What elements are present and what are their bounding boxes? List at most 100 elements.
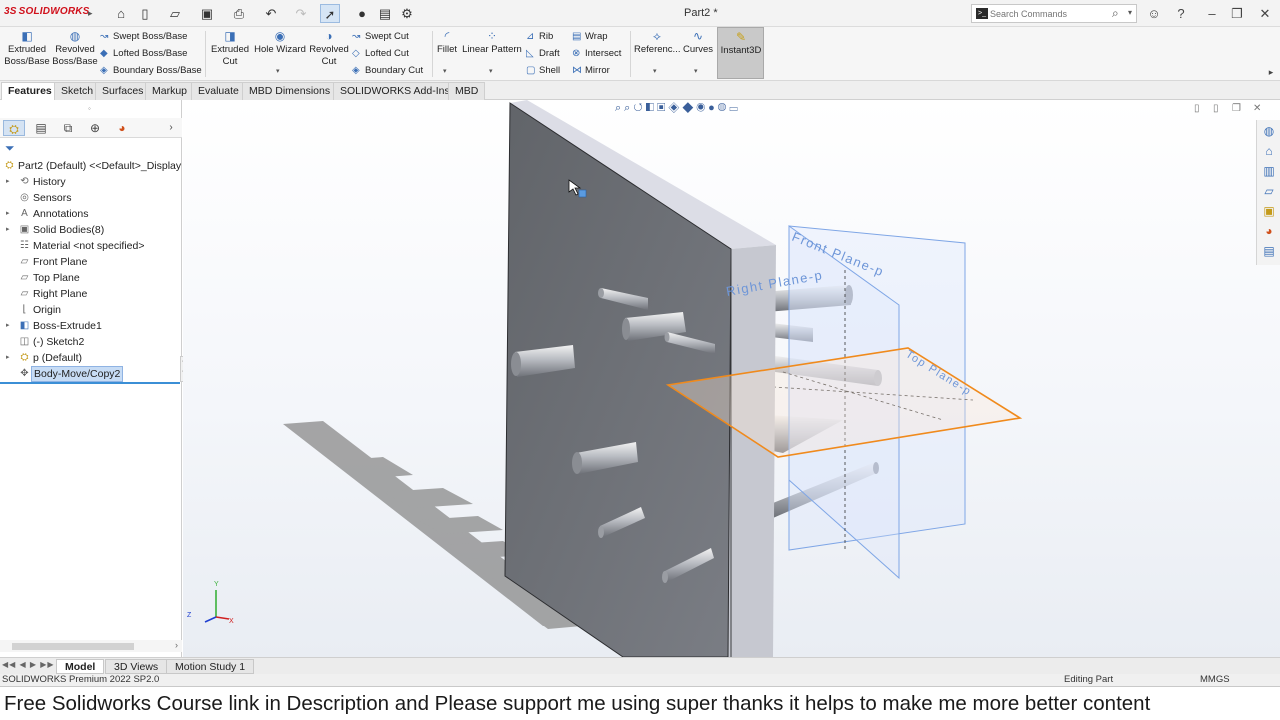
restore-icon[interactable]: ❐	[1228, 4, 1246, 23]
expand-arrow-icon[interactable]: ▸	[6, 318, 10, 334]
minimize-icon[interactable]: –	[1203, 4, 1221, 23]
select-cursor-icon[interactable]: ➚	[320, 4, 340, 23]
file-explorer-icon[interactable]: ▱	[1261, 183, 1277, 199]
help-icon[interactable]: ?	[1172, 4, 1190, 23]
tab-sketch[interactable]: Sketch	[54, 82, 101, 100]
expand-arrow-icon[interactable]: ▸	[6, 350, 10, 366]
shell-button[interactable]: ▢ Shell	[526, 64, 560, 77]
undo-icon[interactable]: ↶	[260, 4, 282, 23]
tab-mbd-dimensions[interactable]: MBD Dimensions	[242, 82, 338, 100]
print-icon[interactable]: ⎙	[228, 4, 250, 23]
save-icon[interactable]: ▣	[196, 4, 218, 23]
tree-item-boss-extrude1[interactable]: ▸ ◧ Boss-Extrude1	[0, 318, 182, 334]
design-library-icon[interactable]: ▥	[1261, 163, 1277, 179]
swept-cut-button[interactable]: ↝ Swept Cut	[352, 30, 409, 43]
tree-item-annotations[interactable]: ▸ A Annotations	[0, 206, 182, 222]
curves-button[interactable]: ∿ Curves	[682, 29, 714, 56]
tree-item-front-plane[interactable]: ▱ Front Plane	[0, 254, 182, 270]
tab-surfaces[interactable]: Surfaces	[95, 82, 151, 100]
tree-item-part2[interactable]: ⛭ Part2 (Default) <<Default>_Display S	[0, 158, 183, 174]
close-icon[interactable]: ✕	[1256, 4, 1274, 23]
home-icon[interactable]: ⌂	[112, 4, 130, 23]
tab-nav-arrows[interactable]: ◀◀ ◀ ▶ ▶▶	[2, 660, 55, 672]
instant3d-button[interactable]: ✎ Instant3D	[717, 27, 764, 79]
tab-evaluate[interactable]: Evaluate	[191, 82, 246, 100]
new-file-icon[interactable]: ▯	[136, 4, 154, 23]
custom-properties-icon[interactable]: ▤	[1261, 243, 1277, 259]
fillet-button[interactable]: ◜ Fillet	[435, 29, 459, 56]
reference-geometry-button[interactable]: ⟡ Referenc...	[634, 29, 680, 56]
open-file-icon[interactable]: ▱	[164, 4, 186, 23]
linear-pattern-dropdown-icon[interactable]: ▾	[489, 67, 493, 75]
linear-pattern-button[interactable]: ⁘ Linear Pattern	[462, 29, 522, 56]
rib-button[interactable]: ⊿ Rib	[526, 30, 553, 43]
search-icon[interactable]: ⌕	[1112, 6, 1119, 21]
chevron-down-icon[interactable]: ▾	[1128, 8, 1132, 17]
display-manager-icon[interactable]: ◕	[111, 120, 133, 136]
panel-grip-icon[interactable]: ◦	[88, 104, 91, 113]
tree-item-origin[interactable]: ⌊ Origin	[0, 302, 182, 318]
fillet-dropdown-icon[interactable]: ▾	[443, 67, 447, 75]
revolved-boss-button[interactable]: ◍ Revolved Boss/Base	[52, 29, 98, 68]
home-tab-icon[interactable]: ⌂	[1261, 143, 1277, 159]
revolved-cut-button[interactable]: ◑ Revolved Cut	[308, 29, 350, 68]
tree-item-top-plane[interactable]: ▱ Top Plane	[0, 270, 182, 286]
lofted-boss-button[interactable]: ◆ Lofted Boss/Base	[100, 47, 187, 60]
lofted-cut-button[interactable]: ◇ Lofted Cut	[352, 47, 409, 60]
expand-arrow-icon[interactable]: ▸	[6, 222, 10, 238]
property-manager-icon[interactable]: ▤	[30, 120, 52, 136]
redo-icon[interactable]: ↷	[290, 4, 312, 23]
panel-horizontal-scrollbar[interactable]: ›	[0, 640, 182, 652]
tree-filter[interactable]: ⏷	[0, 139, 182, 157]
draft-button[interactable]: ◺ Draft	[526, 47, 560, 60]
tab-motion-study-1[interactable]: Motion Study 1	[166, 659, 255, 674]
scroll-right-icon[interactable]: ›	[175, 640, 178, 650]
user-account-icon[interactable]: ☺	[1145, 4, 1163, 23]
curves-dropdown-icon[interactable]: ▾	[694, 67, 698, 75]
reference-dropdown-icon[interactable]: ▾	[653, 67, 657, 75]
graphics-area[interactable]: ⌕⌕↺◧▣◈◆◉●◍▭ ▯ ▯ ❐ ✕ Front Plane-p Right …	[183, 100, 1280, 657]
tree-item-solid-bodies[interactable]: ▸ ▣ Solid Bodies(8)	[0, 222, 182, 238]
view-palette-icon[interactable]: ▣	[1261, 203, 1277, 219]
boundary-boss-button[interactable]: ◈ Boundary Boss/Base	[100, 64, 202, 77]
scrollbar-thumb[interactable]	[12, 643, 134, 650]
solidworks-logo[interactable]: 3S SOLIDWORKS	[4, 6, 90, 17]
tab-mbd[interactable]: MBD	[448, 82, 486, 100]
tab-markup[interactable]: Markup	[145, 82, 195, 100]
tree-item-sensors[interactable]: ◎ Sensors	[0, 190, 182, 206]
tab-features[interactable]: Features	[1, 82, 59, 100]
dimxpert-icon[interactable]: ⊕	[84, 120, 106, 136]
intersect-button[interactable]: ⊗ Intersect	[572, 47, 621, 60]
mirror-button[interactable]: ⋈ Mirror	[572, 64, 610, 77]
swept-boss-button[interactable]: ↝ Swept Boss/Base	[100, 30, 187, 43]
solidworks-resources-icon[interactable]: ◍	[1261, 123, 1277, 139]
tab-model[interactable]: Model	[56, 659, 105, 674]
status-units[interactable]: MMGS	[1200, 674, 1230, 686]
feature-manager-icon[interactable]: ⛭	[3, 120, 25, 136]
expand-arrow-icon[interactable]: ▸	[6, 174, 10, 190]
wrap-button[interactable]: ▤ Wrap	[572, 30, 608, 43]
tab-3d-views[interactable]: 3D Views	[105, 659, 168, 674]
hole-wizard-dropdown-icon[interactable]: ▾	[276, 67, 280, 75]
model-scene[interactable]: Front Plane-p Right Plane-p Top Plane-p …	[183, 100, 1280, 657]
boundary-cut-button[interactable]: ◈ Boundary Cut	[352, 64, 423, 77]
tree-item-p-default[interactable]: ▸ ⛭ p (Default)	[0, 350, 182, 366]
logo-menu-arrow-icon[interactable]: ▸	[88, 8, 93, 19]
options-gear-icon[interactable]: ⚙	[398, 4, 416, 23]
search-commands-input[interactable]	[990, 7, 1108, 21]
tab-solidworks-addins[interactable]: SOLIDWORKS Add-Ins	[333, 82, 457, 100]
tree-item-body-move-copy2[interactable]: ✥ Body-Move/Copy2	[0, 366, 182, 382]
traffic-light-icon[interactable]: ●	[354, 4, 370, 23]
panel-scroll-right-icon[interactable]: ›	[160, 120, 182, 136]
expand-arrow-icon[interactable]: ▸	[6, 206, 10, 222]
configuration-manager-icon[interactable]: ⧉	[57, 120, 79, 136]
extruded-cut-button[interactable]: ◨ Extruded Cut	[208, 29, 252, 68]
file-properties-icon[interactable]: ▤	[376, 4, 394, 23]
extruded-boss-button[interactable]: ◧ Extruded Boss/Base	[4, 29, 50, 68]
ribbon-expand-icon[interactable]: ▸	[1262, 63, 1280, 82]
tree-item-right-plane[interactable]: ▱ Right Plane	[0, 286, 182, 302]
tree-item-sketch2[interactable]: ◫ (-) Sketch2	[0, 334, 182, 350]
search-commands-box[interactable]: >_ ⌕ ▾	[971, 4, 1137, 23]
tree-item-history[interactable]: ▸ ⟲ History	[0, 174, 182, 190]
appearances-icon[interactable]: ◕	[1261, 223, 1277, 239]
